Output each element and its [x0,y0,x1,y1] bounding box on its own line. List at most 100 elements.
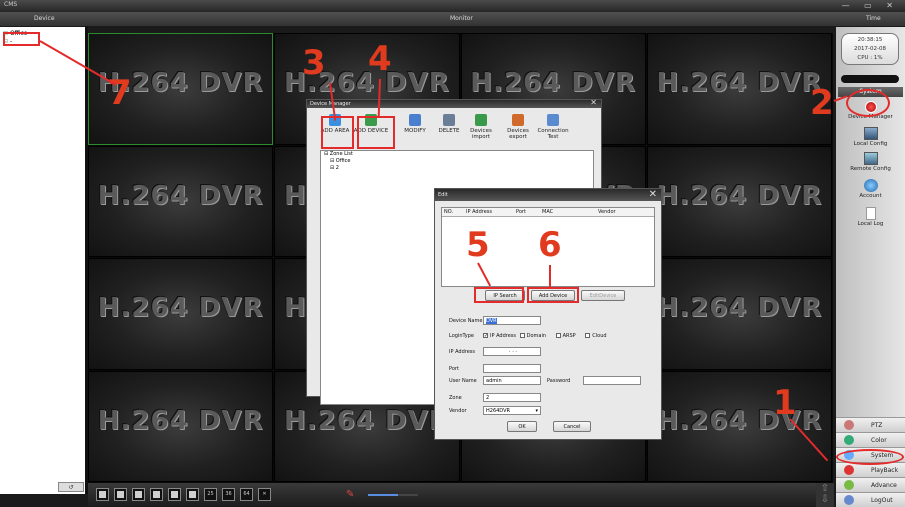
nav-advance-button[interactable]: Advance [836,477,905,492]
vendor-label: Vendor [449,408,467,414]
dvr-overlay-text: H.264 DVR [284,405,450,436]
layout-4-button[interactable] [114,488,127,501]
remote-config-icon [863,152,878,165]
layout-10-button[interactable] [168,488,181,501]
clock-time: 20:38:15 [857,37,883,43]
mute-icon[interactable]: ✎ [346,489,360,501]
video-cell[interactable]: H.264 DVR [88,145,274,257]
scroll-arrows[interactable]: ⇧ ⇩ [816,483,834,507]
window-controls[interactable]: — ▭ ✕ [842,1,899,10]
layout-8-button[interactable] [132,488,145,501]
nav-color-button[interactable]: Color [836,432,905,447]
dvr-overlay-text: H.264 DVR [656,68,823,98]
layout-64-button[interactable]: 64 [240,488,253,501]
login-ip-option[interactable]: ✓ IP Address [483,333,516,339]
annotation-box-ip-search [474,287,524,303]
ip-address-label: IP Address [449,349,475,355]
cms-window: CMS — ▭ ✕ Device Monitor Time ⊟ Office ⊟… [0,0,905,507]
login-type-options: ✓ IP Address Domain ARSP Cloud [483,333,607,339]
login-domain-option[interactable]: Domain [519,333,546,339]
devices-export-icon [512,114,524,126]
video-cell[interactable]: H.264 DVR [88,258,274,370]
ptz-icon [844,420,854,430]
annotation-box-add-area [321,116,354,149]
folder-icon: ⊟ [330,165,335,171]
zone-item-office[interactable]: ⊟ Office [321,158,593,165]
layout-toolbar: 25 36 64 ✕ ✎ [88,483,833,507]
annotation-circle-system [836,449,904,465]
zone-item-2[interactable]: ⊟ 2 [321,165,593,172]
dvr-overlay-text: H.264 DVR [656,180,823,211]
column-header[interactable]: Port [516,209,526,215]
local-config-icon [863,127,878,140]
toolbar-devices-export-button[interactable]: Devices export [498,114,538,140]
local-config-button[interactable]: Local Config [836,127,905,147]
device-tree-panel: ⊟ Office ⊟ - ↺ [0,27,85,494]
video-cell[interactable]: H.264 DVR [646,370,832,482]
color-icon [844,435,854,445]
login-cloud-option[interactable]: Cloud [585,333,607,339]
close-icon[interactable]: ✕ [590,99,597,107]
ok-button[interactable]: OK [507,421,537,432]
app-title: CMS [4,1,18,8]
video-cell[interactable]: H.264 DVR [646,33,832,145]
column-header[interactable]: MAC [542,209,553,215]
toolbar-devices-import-button[interactable]: Devices import [461,114,501,140]
ip-address-input[interactable]: · · · [483,347,541,356]
device-name-label: Device Name [449,318,483,324]
annotation-line-6 [549,265,551,289]
device-manager-titlebar: Device Manager ✕ [307,99,601,108]
vendor-select[interactable]: H264DVR ▾ [483,406,541,415]
cancel-button[interactable]: Cancel [553,421,591,432]
video-cell[interactable]: H.264 DVR [88,370,274,482]
local-log-icon [865,207,876,220]
volume-slider[interactable] [368,494,418,496]
column-header[interactable]: NO. [444,209,453,215]
edit-titlebar: Edit ✕ [435,189,661,201]
annotation-box-add-device-edit [527,287,579,303]
dvr-overlay-text: H.264 DVR [97,405,264,436]
remote-config-button[interactable]: Remote Config [836,152,905,172]
dvr-overlay-text: H.264 DVR [656,405,823,436]
password-label: Password [547,378,571,384]
username-label: User Name [449,378,477,384]
zone-list-root[interactable]: ⊟ Zone List [321,151,593,158]
folder-icon: ⊟ [324,151,329,157]
password-input[interactable] [583,376,641,385]
device-name-input[interactable]: DVR [483,316,541,325]
local-log-button[interactable]: Local Log [836,207,905,227]
annotation-number-5: 5 [466,225,490,265]
nav-logout-button[interactable]: LogOut [836,492,905,507]
column-header[interactable]: IP Address [466,209,492,215]
annotation-box-office [3,32,40,46]
folder-icon: ⊟ [330,158,335,164]
zone-label: Zone [449,395,462,401]
nav-ptz-button[interactable]: PTZ [836,417,905,432]
dvr-overlay-text: H.264 DVR [470,68,636,98]
panel-header: Device Monitor Time [0,12,905,26]
toolbar-connection-test-button[interactable]: Connection Test [533,114,573,140]
logout-icon [844,495,854,505]
layout-9-button[interactable] [150,488,163,501]
account-button[interactable]: Account [836,179,905,199]
layout-1-button[interactable] [96,488,109,501]
layout-16-button[interactable] [186,488,199,501]
layout-36-button[interactable]: 36 [222,488,235,501]
port-input[interactable] [483,364,541,373]
layout-25-button[interactable]: 25 [204,488,217,501]
clock-widget: 20:38:15 2017-02-08 CPU : 1% [841,33,899,65]
title-bar: CMS [0,0,905,12]
column-header[interactable]: Vendor [598,209,616,215]
dvr-overlay-text: H.264 DVR [97,293,264,323]
device-header: Device [34,15,55,22]
close-icon[interactable]: ✕ [649,189,657,201]
fullscreen-icon[interactable]: ✕ [258,488,271,501]
username-input[interactable]: admin [483,376,541,385]
video-cell[interactable]: H.264 DVR [646,145,832,257]
edit-device-button[interactable]: EditDevice [581,290,625,301]
tree-refresh-button[interactable]: ↺ [58,482,84,492]
zone-input[interactable]: 2 [483,393,541,402]
video-cell[interactable]: H.264 DVR [646,258,832,370]
annotation-number-3: 3 [302,43,326,83]
login-arsp-option[interactable]: ARSP [555,333,576,339]
